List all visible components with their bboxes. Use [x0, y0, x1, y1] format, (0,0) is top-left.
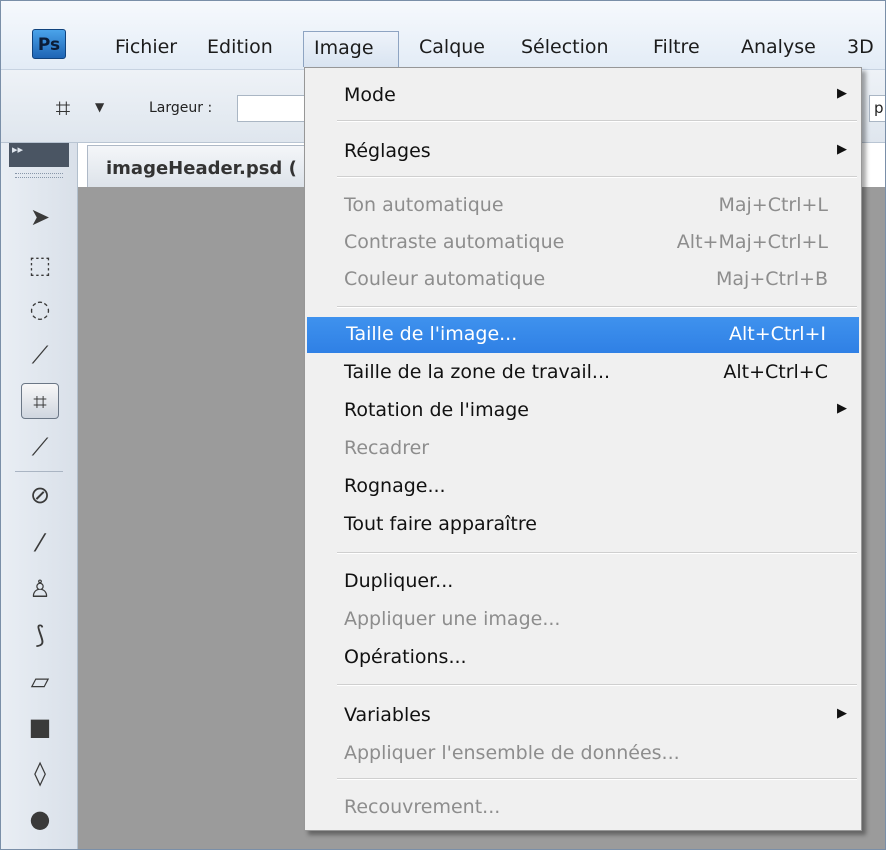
menu-separator	[337, 176, 857, 178]
menu-fichier[interactable]: Fichier	[105, 31, 187, 63]
move-tool-icon[interactable]: ➤	[21, 199, 59, 235]
menu-item-taille-zone-travail[interactable]: Taille de la zone de travail... Alt+Ctrl…	[305, 355, 861, 391]
menu-bar: Ps Fichier Edition Image Calque Sélectio…	[1, 1, 885, 70]
menu-item-label: Taille de l'image...	[346, 323, 518, 345]
menu-item-label: Recadrer	[344, 437, 430, 459]
menu-item-appliquer-image[interactable]: Appliquer une image...	[305, 602, 861, 638]
menu-item-label: Couleur automatique	[344, 268, 546, 290]
eraser-tool-icon[interactable]: ▱	[21, 663, 59, 699]
resolution-field[interactable]: p	[869, 95, 885, 122]
menu-item-label: Rognage...	[344, 475, 446, 497]
menu-item-operations[interactable]: Opérations...	[305, 640, 861, 676]
menu-item-label: Opérations...	[344, 646, 467, 668]
menu-item-shortcut: Maj+Ctrl+B	[716, 268, 828, 290]
toolbox-panel: ▸▸ ➤ ⬚ ◌ ⟋ ⌗ ⟋ ⊘ ⁄ ♙ ⟆ ▱ ■ ◊ ●	[1, 143, 78, 849]
menu-calque[interactable]: Calque	[409, 31, 495, 63]
menu-item-label: Ton automatique	[344, 194, 504, 216]
menu-item-contraste-automatique[interactable]: Contraste automatique Alt+Maj+Ctrl+L	[305, 225, 861, 261]
menu-item-tout-faire-apparaitre[interactable]: Tout faire apparaître	[305, 507, 861, 543]
menu-item-shortcut: Alt+Ctrl+C	[723, 361, 828, 383]
menu-item-label: Rotation de l'image	[344, 399, 529, 421]
brush-tool-icon[interactable]: ⁄	[21, 525, 59, 561]
dodge-tool-icon[interactable]: ●	[21, 801, 59, 837]
gradient-tool-icon[interactable]: ■	[21, 709, 59, 745]
toolbox-divider	[15, 471, 63, 472]
chevron-down-icon[interactable]: ▼	[95, 100, 104, 114]
menu-item-label: Dupliquer...	[344, 570, 454, 592]
menu-filtre[interactable]: Filtre	[643, 31, 710, 63]
menu-separator	[337, 306, 857, 308]
menu-separator	[337, 120, 857, 122]
photoshop-window: Ps Fichier Edition Image Calque Sélectio…	[0, 0, 886, 850]
menu-separator	[337, 684, 857, 686]
menu-item-label: Taille de la zone de travail...	[344, 361, 611, 383]
menu-3d[interactable]: 3D	[837, 31, 884, 63]
menu-analyse[interactable]: Analyse	[731, 31, 826, 63]
menu-separator	[337, 552, 857, 554]
menu-edition[interactable]: Edition	[197, 31, 283, 63]
menu-item-label: Appliquer l'ensemble de données...	[344, 742, 680, 764]
document-tab[interactable]: imageHeader.psd (	[87, 145, 307, 187]
healing-brush-tool-icon[interactable]: ⊘	[21, 477, 59, 513]
menu-separator	[337, 778, 857, 780]
submenu-arrow-icon: ▶	[837, 142, 847, 157]
history-brush-tool-icon[interactable]: ⟆	[21, 617, 59, 653]
lasso-tool-icon[interactable]: ◌	[21, 291, 59, 327]
menu-item-rotation-image[interactable]: Rotation de l'image ▶	[305, 393, 861, 429]
crop-tool-icon[interactable]: ⌗	[21, 383, 59, 419]
menu-item-label: Tout faire apparaître	[344, 513, 537, 535]
quick-selection-tool-icon[interactable]: ⟋	[21, 337, 59, 373]
menu-item-label: Contraste automatique	[344, 231, 565, 253]
menu-item-couleur-automatique[interactable]: Couleur automatique Maj+Ctrl+B	[305, 262, 861, 298]
menu-item-recouvrement[interactable]: Recouvrement...	[305, 790, 861, 826]
menu-item-label: Appliquer une image...	[344, 608, 561, 630]
menu-image[interactable]: Image	[303, 31, 399, 67]
menu-item-shortcut: Alt+Ctrl+I	[729, 323, 826, 345]
menu-item-ton-automatique[interactable]: Ton automatique Maj+Ctrl+L	[305, 188, 861, 224]
menu-item-recadrer[interactable]: Recadrer	[305, 431, 861, 467]
menu-item-reglages[interactable]: Réglages ▶	[305, 134, 861, 170]
eyedropper-tool-icon[interactable]: ⟋	[21, 429, 59, 465]
menu-item-variables[interactable]: Variables ▶	[305, 698, 861, 734]
menu-item-label: Mode	[344, 84, 396, 106]
blur-tool-icon[interactable]: ◊	[21, 755, 59, 791]
menu-item-taille-image[interactable]: Taille de l'image... Alt+Ctrl+I	[307, 317, 859, 353]
menu-item-label: Variables	[344, 704, 431, 726]
menu-item-rognage[interactable]: Rognage...	[305, 469, 861, 505]
menu-item-mode[interactable]: Mode ▶	[305, 78, 861, 114]
menu-item-label: Réglages	[344, 140, 431, 162]
marquee-tool-icon[interactable]: ⬚	[21, 247, 59, 283]
menu-selection[interactable]: Sélection	[511, 31, 619, 63]
image-menu-dropdown: Mode ▶ Réglages ▶ Ton automatique Maj+Ct…	[304, 67, 862, 831]
clone-stamp-tool-icon[interactable]: ♙	[21, 571, 59, 607]
panel-grip[interactable]	[15, 173, 63, 178]
photoshop-logo[interactable]: Ps	[32, 29, 66, 59]
menu-item-dupliquer[interactable]: Dupliquer...	[305, 564, 861, 600]
submenu-arrow-icon: ▶	[837, 86, 847, 101]
menu-item-shortcut: Alt+Maj+Ctrl+L	[676, 231, 828, 253]
collapse-panel-icon[interactable]: ▸▸	[9, 143, 69, 167]
submenu-arrow-icon: ▶	[837, 401, 847, 416]
submenu-arrow-icon: ▶	[837, 706, 847, 721]
menu-item-appliquer-ensemble-donnees[interactable]: Appliquer l'ensemble de données...	[305, 736, 861, 772]
largeur-label: Largeur :	[149, 100, 213, 116]
menu-item-shortcut: Maj+Ctrl+L	[718, 194, 828, 216]
menu-item-label: Recouvrement...	[344, 796, 501, 818]
crop-tool-preset-icon[interactable]: ⌗	[45, 94, 81, 124]
